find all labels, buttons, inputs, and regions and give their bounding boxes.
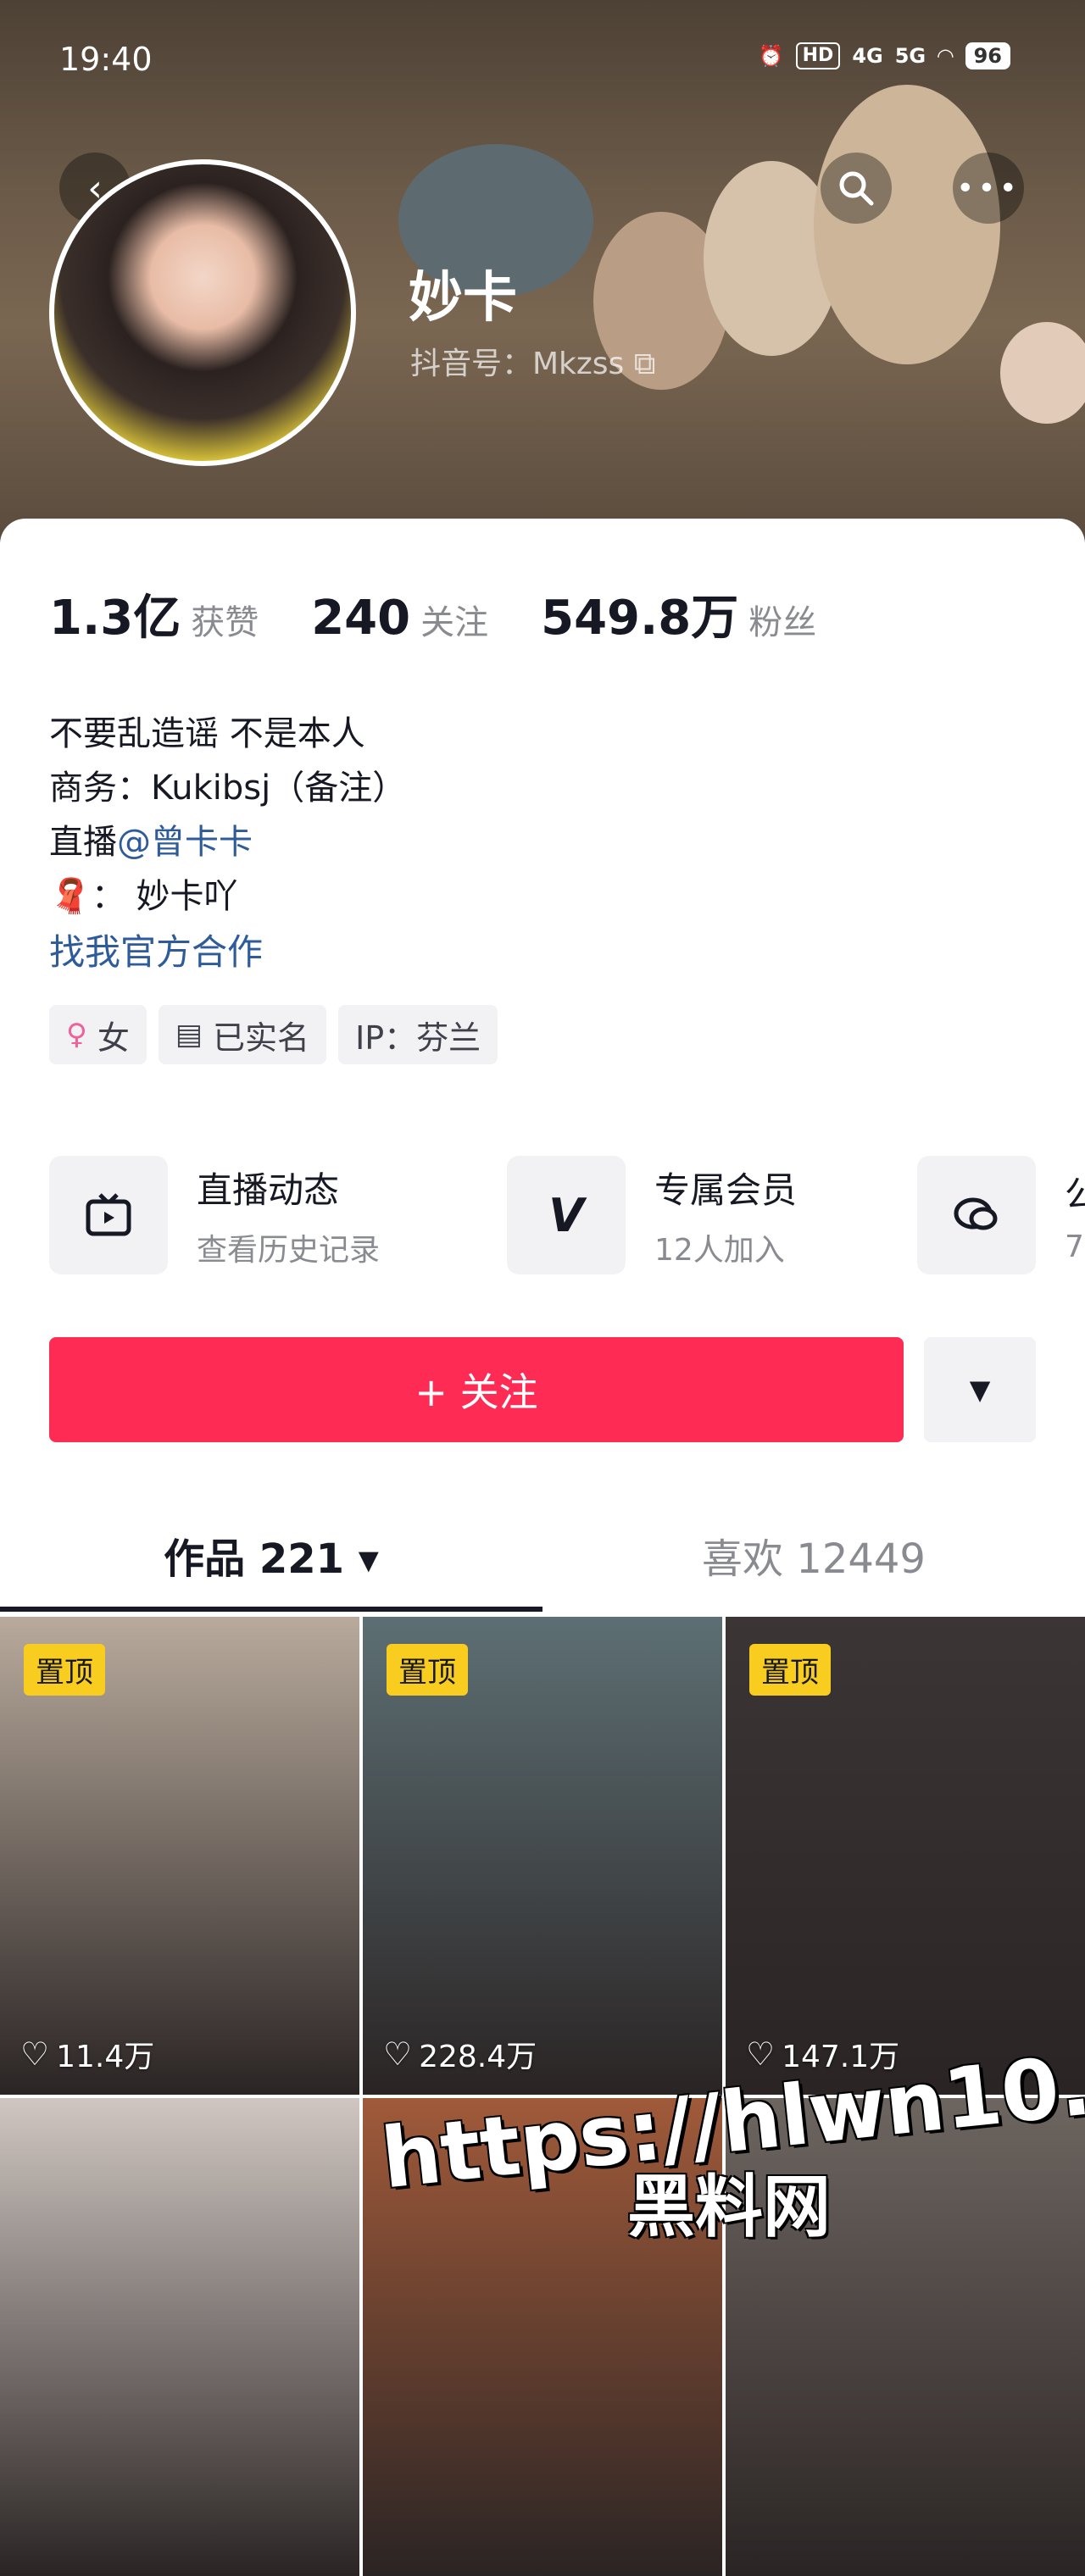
search-icon	[839, 171, 874, 206]
tag-label: 女	[97, 1019, 130, 1057]
wifi-icon: ◠	[938, 44, 954, 68]
follow-options-button[interactable]: ▼	[924, 1337, 1036, 1442]
chat-icon	[917, 1156, 1036, 1274]
active-tab-indicator	[0, 1607, 542, 1612]
heart-icon: ♡	[383, 2035, 413, 2073]
hd-icon: HD	[795, 42, 841, 69]
alarm-icon: ⏰	[758, 44, 784, 68]
tv-icon	[49, 1156, 168, 1274]
bio-line: 🧣： 妙卡吖	[49, 869, 406, 924]
tag-label: 已实名	[213, 1019, 310, 1057]
profile-nickname: 妙卡	[409, 267, 517, 330]
more-options-button[interactable]: •••	[953, 153, 1024, 224]
status-icons: ⏰ HD 4G 5G ◠ 96	[759, 42, 1010, 69]
like-count-text: 228.4万	[419, 2040, 537, 2074]
tab-works[interactable]: 作品 221 ▾	[0, 1525, 542, 1585]
douyin-id-text: 抖音号：Mkzss	[410, 347, 625, 381]
feature-subtitle: 12人加入	[654, 1232, 785, 1268]
followers-count[interactable]: 549.8万	[541, 580, 738, 648]
verified-tag: ▤ 已实名	[158, 1005, 327, 1064]
feature-title: 直播动态	[197, 1169, 340, 1211]
copy-icon[interactable]: ⧉	[634, 347, 656, 381]
bio-line: 直播@曾卡卡	[49, 815, 406, 869]
ip-location-tag: IP：芬兰	[338, 1005, 498, 1064]
feature-subtitle: 7	[1065, 1230, 1084, 1264]
stats-row: 1.3亿 获赞 240 关注 549.8万 粉丝	[49, 580, 869, 648]
following-count[interactable]: 240	[311, 591, 410, 646]
feature-text: 专属会员 12人加入	[654, 1162, 797, 1269]
like-count-text: 11.4万	[56, 2040, 155, 2074]
like-count: ♡ 11.4万	[20, 2032, 154, 2076]
bio-line: 商务：Kukibsj（备注）	[49, 769, 407, 808]
douyin-id[interactable]: 抖音号：Mkzss ⧉	[410, 339, 656, 383]
pinned-badge: 置顶	[24, 1644, 105, 1696]
feature-subtitle: 查看历史记录	[197, 1232, 381, 1268]
status-bar: 19:40 ⏰ HD 4G 5G ◠ 96	[0, 0, 1085, 78]
bio-line: 不要乱造谣 不是本人	[49, 714, 365, 753]
feature-text: 直播动态 查看历史记录	[197, 1162, 380, 1269]
signal-4g-icon: 4G	[852, 44, 883, 68]
video-thumbnail[interactable]: 置顶 ♡ 228.4万	[363, 1617, 722, 2095]
status-time: 19:40	[59, 41, 153, 78]
following-label: 关注	[420, 603, 489, 642]
vip-icon: V	[507, 1156, 626, 1274]
id-card-icon: ▤	[175, 1018, 203, 1052]
follow-button[interactable]: + 关注	[49, 1337, 904, 1442]
gender-tag: ♀ 女	[49, 1005, 147, 1064]
watermark-text: 黑料网	[627, 2168, 831, 2246]
likes-label: 获赞	[191, 603, 259, 642]
followers-label: 粉丝	[748, 603, 817, 642]
battery-icon: 96	[965, 42, 1010, 69]
feature-text: 公 7	[1065, 1166, 1085, 1264]
feature-title: 专属会员	[654, 1169, 798, 1211]
female-icon: ♀	[66, 1018, 87, 1052]
pinned-badge: 置顶	[749, 1644, 831, 1696]
like-count: ♡ 228.4万	[383, 2032, 537, 2076]
membership-entry[interactable]: V 专属会员 12人加入	[507, 1156, 797, 1274]
avatar[interactable]	[49, 159, 356, 466]
likes-count[interactable]: 1.3亿	[49, 580, 181, 648]
bio-text: ： 妙卡吖	[91, 877, 238, 916]
scarf-icon: 🧣	[49, 877, 92, 916]
bio: 不要乱造谣 不是本人 商务：Kukibsj（备注） 直播@曾卡卡 🧣： 妙卡吖	[49, 707, 406, 924]
caret-down-icon: ▼	[969, 1374, 991, 1406]
video-thumbnail[interactable]: 置顶 ♡ 147.1万	[726, 1617, 1085, 2095]
profile-tags: ♀ 女 ▤ 已实名 IP：芬兰	[49, 1005, 498, 1064]
bio-text: 直播	[49, 823, 117, 862]
live-history-entry[interactable]: 直播动态 查看历史记录	[49, 1156, 380, 1274]
feature-row: 直播动态 查看历史记录 V 专属会员 12人加入 公 7	[49, 1156, 1085, 1283]
more-icon: •••	[956, 170, 1021, 206]
heart-icon: ♡	[746, 2035, 776, 2073]
tab-likes[interactable]: 喜欢 12449	[542, 1525, 1085, 1585]
feature-title: 公	[1065, 1174, 1085, 1215]
video-thumbnail[interactable]: 置顶 ♡ 11.4万	[0, 1617, 359, 2095]
search-button[interactable]	[821, 153, 892, 224]
signal-5g-icon: 5G	[894, 44, 926, 68]
video-thumbnail[interactable]	[0, 2098, 359, 2576]
pinned-badge: 置顶	[387, 1644, 468, 1696]
mention-link[interactable]: @曾卡卡	[117, 823, 253, 862]
plush-toy-image	[814, 85, 1000, 364]
content-tabs: 作品 221 ▾ 喜欢 12449	[0, 1525, 1085, 1610]
heart-icon: ♡	[20, 2035, 50, 2073]
group-chat-entry[interactable]: 公 7	[917, 1156, 1085, 1274]
plush-toy-image	[1000, 322, 1085, 424]
tag-label: IP：芬兰	[355, 1019, 481, 1057]
official-cooperation-link[interactable]: 找我官方合作	[49, 924, 263, 975]
